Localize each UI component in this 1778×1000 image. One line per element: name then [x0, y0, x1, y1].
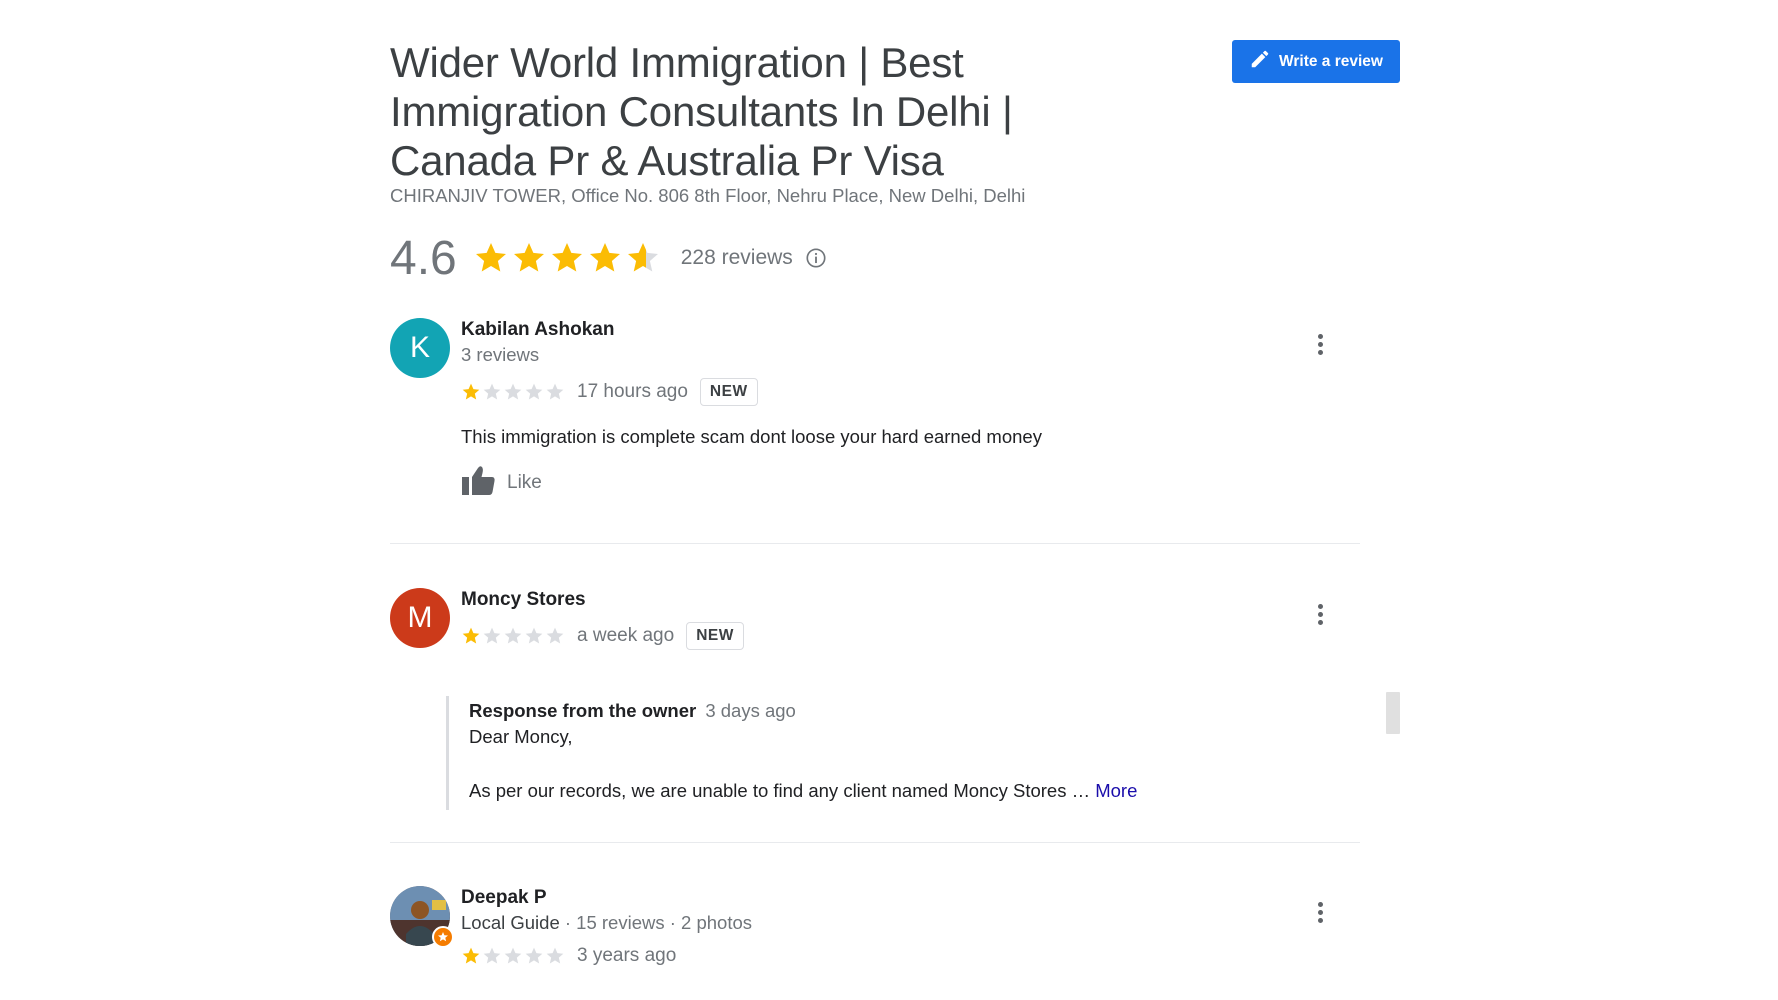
like-button[interactable]: Like	[461, 464, 1360, 501]
info-icon[interactable]	[805, 247, 827, 269]
star-half-icon	[627, 243, 658, 272]
avatar[interactable]: M	[390, 588, 450, 648]
review-time: 17 hours ago	[577, 381, 688, 402]
review-author[interactable]: Moncy Stores	[461, 588, 1360, 612]
star-empty-icon	[504, 627, 522, 644]
star-empty-icon	[504, 947, 522, 964]
pencil-icon	[1249, 48, 1271, 75]
more-link[interactable]: More	[1095, 780, 1137, 801]
owner-response-excerpt: As per our records, we are unable to fin…	[469, 780, 1091, 801]
owner-response-time: 3 days ago	[705, 700, 796, 721]
star-empty-icon	[546, 383, 564, 400]
review-author-meta: Local Guide · 15 reviews · 2 photos	[461, 910, 1360, 936]
new-badge: NEW	[686, 622, 744, 650]
like-label: Like	[507, 471, 542, 493]
new-badge: NEW	[699, 378, 758, 406]
owner-response-text: As per our records, we are unable to fin…	[469, 778, 1189, 804]
more-vert-icon[interactable]	[1316, 604, 1324, 626]
star-filled-icon	[589, 243, 620, 272]
star-empty-icon	[546, 947, 564, 964]
star-empty-icon	[483, 627, 501, 644]
star-filled-icon	[475, 243, 506, 272]
scrollbar[interactable]	[1386, 692, 1400, 734]
star-empty-icon	[525, 627, 543, 644]
avatar[interactable]: K	[390, 318, 450, 378]
divider	[390, 543, 1360, 544]
review-author-meta: 3 reviews	[461, 344, 540, 365]
business-title: Wider World Immigration | Best Immigrati…	[390, 39, 1013, 184]
star-filled-icon	[513, 243, 544, 272]
owner-response: Response from the owner 3 days ago Dear …	[446, 696, 1189, 810]
star-empty-icon	[504, 383, 522, 400]
star-empty-icon	[483, 383, 501, 400]
divider	[390, 842, 1360, 843]
author-stats: · 15 reviews · 2 photos	[559, 912, 753, 933]
review-item: M Moncy Stores a week ago NEW Response f…	[390, 588, 1360, 848]
star-empty-icon	[483, 947, 501, 964]
star-filled-icon	[462, 383, 480, 400]
owner-response-line: Dear Moncy,	[469, 726, 573, 747]
star-filled-icon	[462, 947, 480, 964]
business-address: CHIRANJIV TOWER, Office No. 806 8th Floo…	[390, 185, 1026, 206]
write-review-label: Write a review	[1279, 52, 1383, 70]
write-review-button[interactable]: Write a review	[1232, 40, 1400, 83]
thumbs-up-icon	[461, 464, 497, 501]
more-vert-icon[interactable]	[1316, 334, 1324, 356]
reviews-panel: Wider World Immigration | Best Immigrati…	[390, 0, 1400, 1000]
review-text: This immigration is complete scam dont l…	[461, 426, 1042, 447]
review-time: a week ago	[577, 625, 675, 646]
review-stars	[461, 382, 565, 402]
star-filled-icon	[551, 243, 582, 272]
local-guide-badge-icon	[432, 926, 454, 948]
star-empty-icon	[525, 947, 543, 964]
review-count: 228 reviews	[680, 246, 793, 269]
average-rating: 4.6	[390, 231, 457, 285]
local-guide-label: Local Guide	[461, 912, 560, 933]
rating-summary: 4.6 228 reviews	[390, 228, 827, 288]
average-stars	[473, 240, 661, 276]
review-item: K Kabilan Ashokan 3 reviews 17 hours ago…	[390, 318, 1360, 518]
star-empty-icon	[525, 383, 543, 400]
review-author[interactable]: Kabilan Ashokan	[461, 318, 1360, 342]
more-vert-icon[interactable]	[1316, 902, 1324, 924]
review-stars	[461, 946, 565, 966]
star-empty-icon	[546, 627, 564, 644]
review-author[interactable]: Deepak P	[461, 886, 1360, 910]
star-filled-icon	[462, 627, 480, 644]
review-time: 3 years ago	[577, 945, 677, 966]
review-stars	[461, 626, 565, 646]
avatar[interactable]	[390, 886, 454, 948]
owner-response-label: Response from the owner	[469, 700, 697, 721]
review-item: Deepak P Local Guide · 15 reviews · 2 ph…	[390, 886, 1360, 1000]
